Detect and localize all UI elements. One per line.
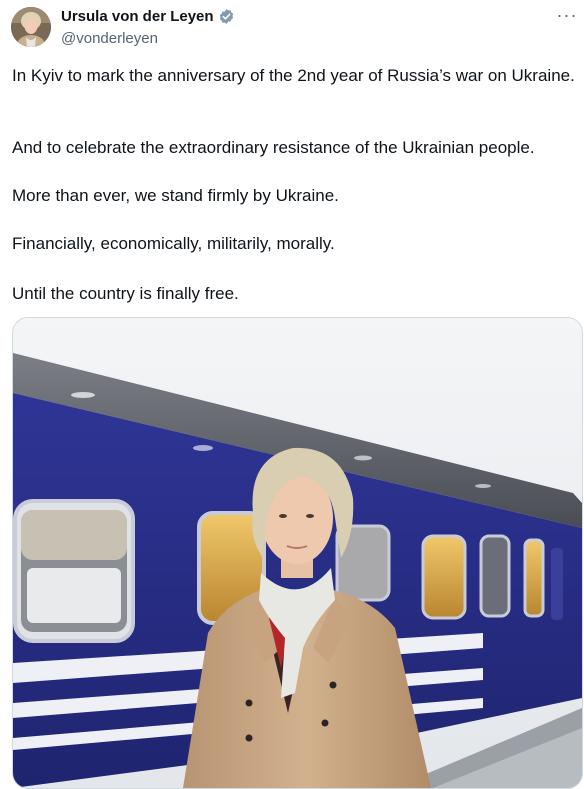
author-display-name[interactable]: Ursula von der Leyen: [61, 8, 214, 25]
photo-image: [13, 318, 582, 788]
tweet-paragraph-4: Financially, economically, militarily, m…: [12, 234, 335, 253]
tweet-header: Ursula von der Leyen @vonderleyen ···: [0, 0, 584, 60]
tweet-paragraph-3: More than ever, we stand firmly by Ukrai…: [12, 186, 339, 205]
tweet-paragraph-1: In Kyiv to mark the anniversary of the 2…: [12, 66, 575, 85]
author-avatar[interactable]: [11, 7, 51, 47]
more-horizontal-icon[interactable]: ···: [554, 6, 580, 28]
author-name-row: Ursula von der Leyen: [61, 8, 235, 25]
tweet-paragraph-5: Until the country is finally free.: [12, 284, 239, 303]
verified-badge-icon: [218, 8, 235, 25]
avatar-image: [11, 7, 51, 47]
author-handle[interactable]: @vonderleyen: [61, 30, 158, 47]
tweet-photo[interactable]: [12, 317, 583, 789]
tweet-paragraph-2: And to celebrate the extraordinary resis…: [12, 138, 535, 157]
